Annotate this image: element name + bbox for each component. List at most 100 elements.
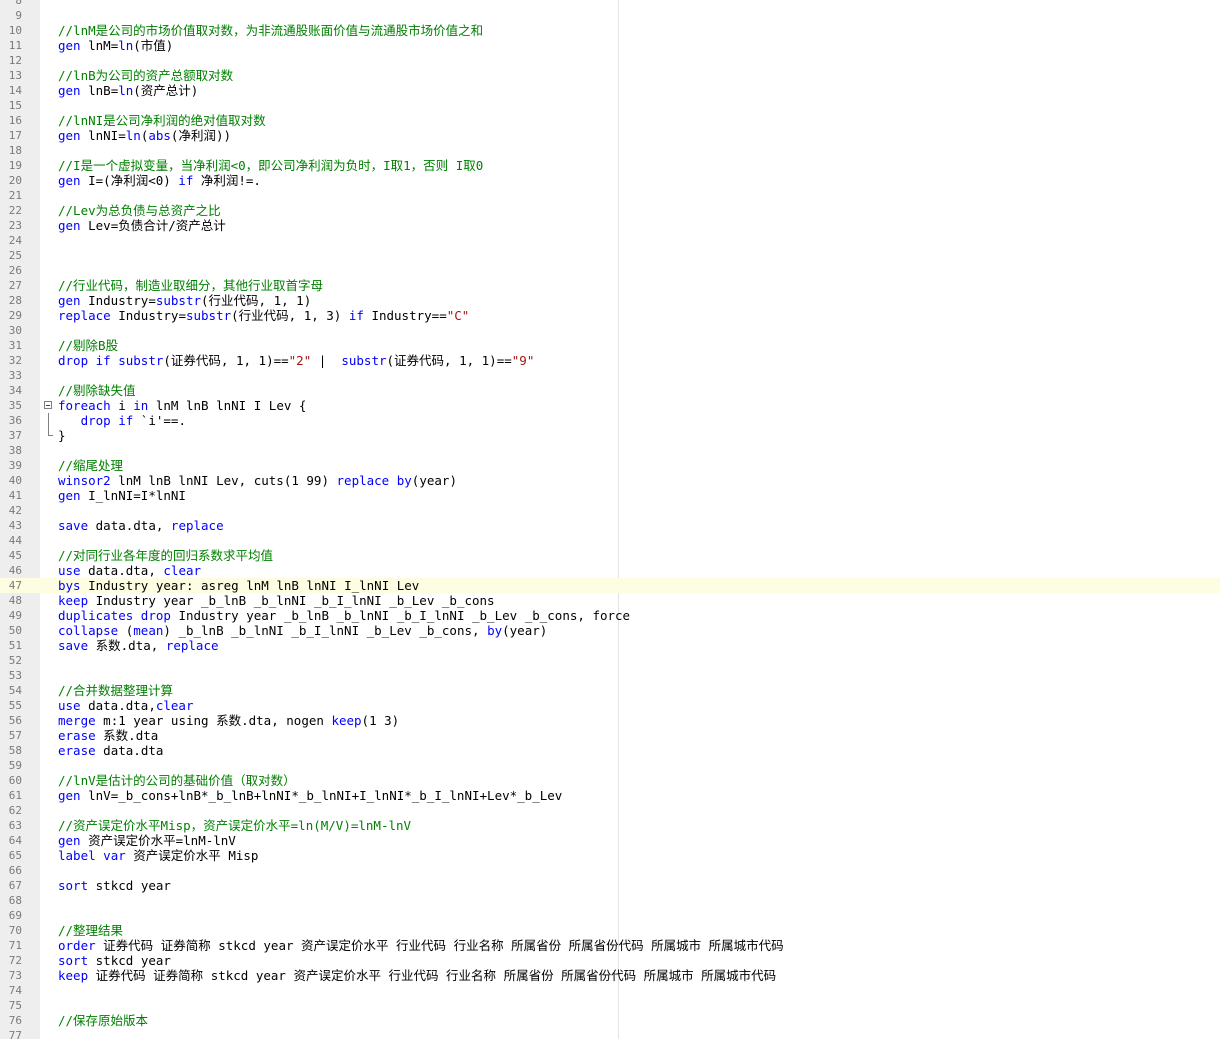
code-line[interactable]: 16 //lnNI是公司净利润的绝对值取对数 <box>0 113 1220 128</box>
code-line[interactable]: 35 foreach i in lnM lnB lnNI I Lev { <box>0 398 1220 413</box>
code-line[interactable]: 45 //对同行业各年度的回归系数求平均值 <box>0 548 1220 563</box>
code-text: replace Industry=substr(行业代码, 1, 3) if I… <box>58 308 470 323</box>
code-line[interactable]: 31 //剔除B股 <box>0 338 1220 353</box>
code-line[interactable]: 13 //lnB为公司的资产总额取对数 <box>0 68 1220 83</box>
line-number: 42 <box>8 504 22 517</box>
line-number: 54 <box>8 684 22 697</box>
code-comment: //I是一个虚拟变量，当净利润<0，即公司净利润为负时，I取1，否则 I取0 <box>58 158 484 173</box>
code-line[interactable]: 24 <box>0 233 1220 248</box>
code-line[interactable]: 73 keep 证券代码 证券简称 stkcd year 资产误定价水平 行业代码… <box>0 968 1220 983</box>
code-text: gen lnV=_b_cons+lnB*_b_lnB+lnNI*_b_lnNI+… <box>58 788 563 803</box>
code-line[interactable]: 49 duplicates drop Industry year _b_lnB _… <box>0 608 1220 623</box>
code-line[interactable]: 26 <box>0 263 1220 278</box>
code-line[interactable]: 9 <box>0 8 1220 23</box>
code-text: gen lnM=ln(市值) <box>58 38 174 53</box>
code-line[interactable]: 17 gen lnNI=ln(abs(净利润)) <box>0 128 1220 143</box>
fold-collapse-icon[interactable] <box>44 401 52 409</box>
code-line[interactable]: 44 <box>0 533 1220 548</box>
code-line[interactable]: 51 save 系数.dta, replace <box>0 638 1220 653</box>
code-line[interactable]: 10 //lnM是公司的市场价值取对数，为非流通股账面价值与流通股市场价值之和 <box>0 23 1220 38</box>
line-number: 40 <box>8 474 22 487</box>
code-line[interactable]: 52 <box>0 653 1220 668</box>
code-line[interactable]: 65 label var 资产误定价水平 Misp <box>0 848 1220 863</box>
code-line[interactable]: 70 //整理结果 <box>0 923 1220 938</box>
code-line[interactable]: 11 gen lnM=ln(市值) <box>0 38 1220 53</box>
code-line[interactable]: 76 //保存原始版本 <box>0 1013 1220 1028</box>
code-line[interactable]: 41 gen I_lnNI=I*lnNI <box>0 488 1220 503</box>
code-line[interactable]: 33 <box>0 368 1220 383</box>
code-line[interactable]: 12 <box>0 53 1220 68</box>
line-number: 68 <box>8 894 22 907</box>
line-number: 20 <box>8 174 22 187</box>
line-number: 55 <box>8 699 22 712</box>
code-line[interactable]: 56 merge m:1 year using 系数.dta, nogen kee… <box>0 713 1220 728</box>
code-line[interactable]: 59 <box>0 758 1220 773</box>
code-line[interactable]: 71 order 证券代码 证券简称 stkcd year 资产误定价水平 行业代… <box>0 938 1220 953</box>
code-line[interactable]: 63 //资产误定价水平Misp，资产误定价水平=ln(M/V)=lnM-lnV <box>0 818 1220 833</box>
line-number: 30 <box>8 324 22 337</box>
code-line[interactable]: 57 erase 系数.dta <box>0 728 1220 743</box>
code-line[interactable]: 68 <box>0 893 1220 908</box>
code-line[interactable]: 14 gen lnB=ln(资产总计) <box>0 83 1220 98</box>
code-line[interactable]: 42 <box>0 503 1220 518</box>
line-number: 57 <box>8 729 22 742</box>
code-editor[interactable]: 8 9 10 //lnM是公司的市场价值取对数，为非流通股账面价值与流通股市场价值之和… <box>0 0 1220 1043</box>
code-line[interactable]: 77 <box>0 1028 1220 1043</box>
code-text: gen Industry=substr(行业代码, 1, 1) <box>58 293 312 308</box>
code-line[interactable]: 37} <box>0 428 1220 443</box>
code-line[interactable]: 72 sort stkcd year <box>0 953 1220 968</box>
code-comment: //行业代码，制造业取细分，其他行业取首字母 <box>58 278 324 293</box>
code-line[interactable]: 8 <box>0 0 1220 8</box>
code-line[interactable]: 58 erase data.dta <box>0 743 1220 758</box>
line-number: 23 <box>8 219 22 232</box>
code-line[interactable]: 38 <box>0 443 1220 458</box>
code-line[interactable]: 64 gen 资产误定价水平=lnM-lnV <box>0 833 1220 848</box>
line-number: 67 <box>8 879 22 892</box>
code-line[interactable]: 29 replace Industry=substr(行业代码, 1, 3) if… <box>0 308 1220 323</box>
code-line[interactable]: 60 //lnV是估计的公司的基础价值（取对数） <box>0 773 1220 788</box>
code-line[interactable]: 61 gen lnV=_b_cons+lnB*_b_lnB+lnNI*_b_lnN… <box>0 788 1220 803</box>
code-line[interactable]: 15 <box>0 98 1220 113</box>
code-line[interactable]: 53 <box>0 668 1220 683</box>
code-line[interactable]: 30 <box>0 323 1220 338</box>
line-number: 22 <box>8 204 22 217</box>
code-line[interactable]: 18 <box>0 143 1220 158</box>
code-line[interactable]: 39 //缩尾处理 <box>0 458 1220 473</box>
code-line[interactable]: 46 use data.dta, clear <box>0 563 1220 578</box>
code-line[interactable]: 74 <box>0 983 1220 998</box>
line-number: 71 <box>8 939 22 952</box>
line-number: 56 <box>8 714 22 727</box>
code-line[interactable]: 20 gen I=(净利润<0) if 净利润!=. <box>0 173 1220 188</box>
code-text: label var 资产误定价水平 Misp <box>58 848 259 863</box>
code-line[interactable]: 23 gen Lev=负债合计/资产总计 <box>0 218 1220 233</box>
line-number: 34 <box>8 384 22 397</box>
line-number: 61 <box>8 789 22 802</box>
code-line[interactable]: 40 winsor2 lnM lnB lnNI Lev, cuts(1 99) r… <box>0 473 1220 488</box>
code-line[interactable]: 55 use data.dta,clear <box>0 698 1220 713</box>
code-line[interactable]: 28 gen Industry=substr(行业代码, 1, 1) <box>0 293 1220 308</box>
code-line[interactable]: 22 //Lev为总负债与总资产之比 <box>0 203 1220 218</box>
line-number: 36 <box>8 414 22 427</box>
code-line[interactable]: 48 keep Industry year _b_lnB _b_lnNI _b_I… <box>0 593 1220 608</box>
line-number: 49 <box>8 609 22 622</box>
code-line[interactable]: 47 bys Industry year: asreg lnM lnB lnNI … <box>0 578 1220 593</box>
code-line[interactable]: 50 collapse (mean) _b_lnB _b_lnNI _b_I_ln… <box>0 623 1220 638</box>
code-comment: //资产误定价水平Misp，资产误定价水平=ln(M/V)=lnM-lnV <box>58 818 412 833</box>
code-line[interactable]: 69 <box>0 908 1220 923</box>
code-text: sort stkcd year <box>58 953 171 968</box>
code-line[interactable]: 36 drop if `i'==. <box>0 413 1220 428</box>
code-line[interactable]: 54 //合并数据整理计算 <box>0 683 1220 698</box>
code-line[interactable]: 19 //I是一个虚拟变量，当净利润<0，即公司净利润为负时，I取1，否则 I取0 <box>0 158 1220 173</box>
code-line[interactable]: 66 <box>0 863 1220 878</box>
code-line[interactable]: 34 //剔除缺失值 <box>0 383 1220 398</box>
line-number: 33 <box>8 369 22 382</box>
code-line[interactable]: 75 <box>0 998 1220 1013</box>
code-line[interactable]: 32 drop if substr(证券代码, 1, 1)=="2" | subs… <box>0 353 1220 368</box>
code-line[interactable]: 21 <box>0 188 1220 203</box>
code-line[interactable]: 27 //行业代码，制造业取细分，其他行业取首字母 <box>0 278 1220 293</box>
code-line[interactable]: 62 <box>0 803 1220 818</box>
code-line[interactable]: 43 save data.dta, replace <box>0 518 1220 533</box>
code-line[interactable]: 67 sort stkcd year <box>0 878 1220 893</box>
code-text: gen I=(净利润<0) if 净利润!=. <box>58 173 261 188</box>
code-line[interactable]: 25 <box>0 248 1220 263</box>
